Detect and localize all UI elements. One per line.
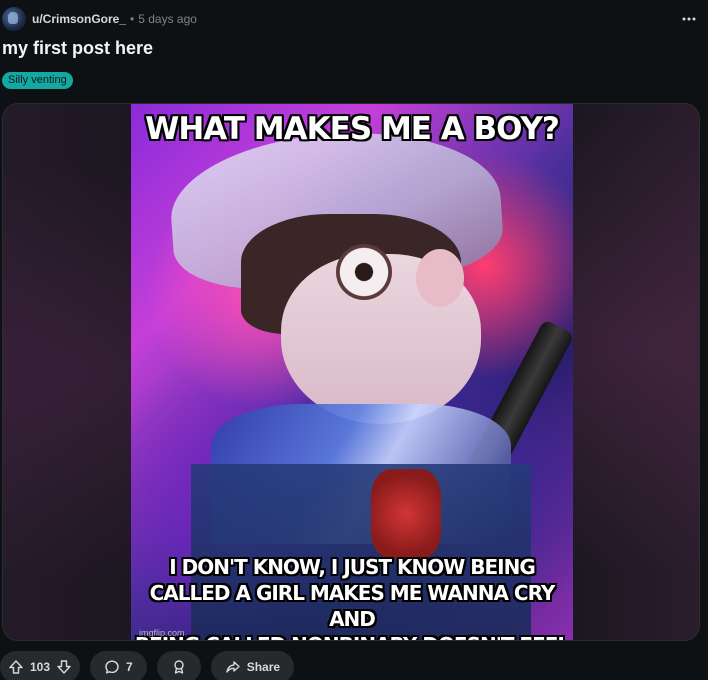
comments-button[interactable]: 7 — [90, 651, 147, 680]
post-header: u/CrimsonGore_ • 5 days ago — [0, 6, 708, 32]
comment-count: 7 — [126, 660, 133, 674]
meta-separator: • — [130, 12, 135, 26]
post-timestamp: 5 days ago — [138, 12, 197, 26]
post-media[interactable]: WHAT MAKES ME A BOY? I DON'T KNOW, I JUS… — [2, 103, 700, 641]
post-flair[interactable]: Silly venting — [2, 72, 73, 89]
upvote-arrow-icon[interactable] — [8, 659, 24, 675]
meme-eye-shape — [336, 244, 392, 300]
meme-ear-shape — [416, 249, 464, 307]
meme-watermark: imgflip.com — [139, 628, 185, 638]
award-icon — [171, 659, 187, 675]
post-card: u/CrimsonGore_ • 5 days ago my first pos… — [0, 0, 708, 680]
meme-red-shape — [371, 469, 441, 559]
post-title[interactable]: my first post here — [2, 38, 153, 59]
meme-bottom-caption: I DON'T KNOW, I JUST KNOW BEING CALLED A… — [135, 555, 570, 640]
upvote-count: 103 — [30, 660, 51, 674]
meme-top-caption: WHAT MAKES ME A BOY? — [145, 111, 560, 147]
meme-image[interactable]: WHAT MAKES ME A BOY? I DON'T KNOW, I JUS… — [131, 104, 573, 640]
share-arrow-icon — [225, 659, 241, 675]
vote-control: 103 — [0, 651, 81, 680]
author-username[interactable]: u/CrimsonGore_ — [32, 12, 126, 26]
comment-bubble-icon — [104, 659, 120, 675]
award-button[interactable] — [156, 651, 201, 680]
author-avatar[interactable] — [2, 7, 26, 31]
action-bar: 103 7 Share — [0, 651, 295, 680]
more-options-icon[interactable] — [678, 8, 700, 30]
share-label: Share — [246, 660, 281, 674]
share-button[interactable]: Share — [210, 651, 295, 680]
downvote-arrow-icon[interactable] — [56, 659, 72, 675]
